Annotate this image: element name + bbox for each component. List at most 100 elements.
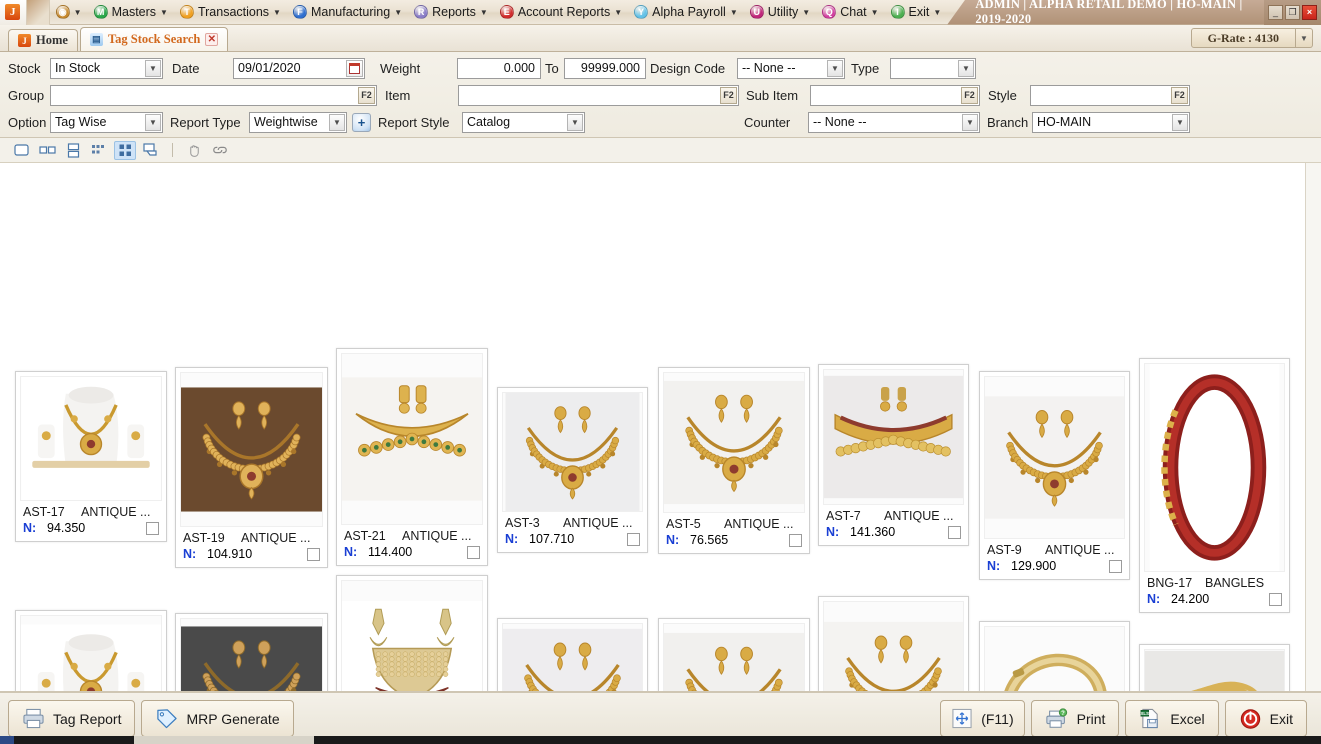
option-select[interactable]: Tag Wise ▼	[50, 111, 163, 133]
item-f2-button[interactable]: F2	[720, 86, 737, 104]
report-type-select[interactable]: Weightwise ▼	[249, 111, 347, 133]
catalog-item-card[interactable]: AST-8ANTIQUE ...N:156.480	[818, 596, 969, 691]
chevron-down-icon[interactable]: ▼	[958, 59, 974, 77]
vertical-split-view-icon[interactable]	[62, 141, 84, 160]
tab-close-icon[interactable]: ✕	[205, 33, 219, 46]
menu-item-manufacturing[interactable]: F Manufacturing ▼	[287, 0, 408, 25]
tag-report-button[interactable]: Tag Report	[8, 700, 136, 737]
item-select-checkbox[interactable]	[146, 521, 159, 535]
date-input[interactable]: 09/01/2020	[233, 57, 365, 79]
chevron-down-icon[interactable]: ▼	[730, 8, 738, 17]
menu-item-transactions[interactable]: T Transactions ▼	[174, 0, 287, 25]
catalog-item-card[interactable]: AST-20ANTIQUE ...N:109.150	[175, 613, 328, 691]
fullscreen-button[interactable]: (F11)	[940, 700, 1025, 737]
catalog-item-card[interactable]: AST-9 ANTIQUE ... N: 129.900	[979, 371, 1130, 580]
weight-from-input[interactable]: 0.000	[457, 57, 541, 79]
chevron-down-icon[interactable]: ▼	[145, 113, 161, 131]
chevron-down-icon[interactable]: ▼	[933, 8, 941, 17]
catalog-item-card[interactable]: AST-19 ANTIQUE ... N: 104.910	[175, 367, 328, 568]
style-f2-button[interactable]: F2	[1171, 86, 1188, 104]
catalog-item-card[interactable]: AST-21 ANTIQUE ... N: 114.400	[336, 348, 488, 566]
menu-item-account-reports[interactable]: E Account Reports ▼	[494, 0, 628, 25]
date-value: 09/01/2020	[238, 61, 301, 75]
item-select-checkbox[interactable]	[1269, 592, 1282, 606]
branch-select[interactable]: HO-MAIN ▼	[1032, 111, 1190, 133]
sub-item-input[interactable]: F2	[810, 84, 980, 106]
chevron-down-icon[interactable]: ▼	[480, 8, 488, 17]
group-input[interactable]: F2	[50, 84, 377, 106]
design-code-select[interactable]: -- None -- ▼	[737, 57, 845, 79]
single-page-view-icon[interactable]	[10, 141, 32, 160]
item-select-checkbox[interactable]	[307, 547, 320, 561]
catalog-item-card[interactable]: AST-5 ANTIQUE ... N: 76.565	[658, 367, 810, 554]
restore-icon[interactable]: ❐	[1285, 4, 1300, 20]
chevron-down-icon[interactable]: ▼	[802, 8, 810, 17]
chevron-down-icon[interactable]: ▼	[1296, 28, 1313, 48]
weight-to-input[interactable]: 99999.000	[564, 57, 646, 79]
counter-select[interactable]: -- None -- ▼	[808, 111, 980, 133]
chevron-down-icon[interactable]: ▼	[394, 8, 402, 17]
close-icon[interactable]: ×	[1302, 4, 1317, 20]
menu-item-chat[interactable]: Q Chat ▼	[816, 0, 884, 25]
menu-item-exit[interactable]: I Exit ▼	[885, 0, 948, 25]
item-select-checkbox[interactable]	[1109, 559, 1122, 573]
menu-item-masters[interactable]: M Masters ▼	[88, 0, 174, 25]
catalog-item-card[interactable]: AST-7 ANTIQUE ... N: 141.360	[818, 364, 969, 546]
chevron-down-icon[interactable]: ▼	[567, 113, 583, 131]
catalog-item-card[interactable]: AST-22ANTIQUE ...N:119.600	[336, 575, 488, 691]
catalog-item-card[interactable]: BNG-16BANGLESN:22.100	[979, 621, 1130, 691]
item-select-checkbox[interactable]	[467, 545, 480, 559]
chevron-down-icon[interactable]: ▼	[145, 59, 161, 77]
thumbnail-grid-view-icon[interactable]	[88, 141, 110, 160]
catalog-item-card[interactable]: AST-4ANTIQUE ...N:87.990	[497, 618, 648, 691]
mrp-generate-button[interactable]: MRP Generate	[141, 700, 294, 737]
pan-hand-icon[interactable]	[183, 141, 205, 160]
tab-home[interactable]: J Home	[8, 29, 78, 51]
chevron-down-icon[interactable]: ▼	[74, 8, 82, 17]
item-select-checkbox[interactable]	[948, 525, 961, 539]
exit-button[interactable]: Exit	[1224, 700, 1307, 737]
catalog-item-card[interactable]: AST-17 ANTIQUE ... N: 94.350	[15, 371, 167, 542]
g-rate-button[interactable]: G-Rate : 4130	[1190, 28, 1296, 48]
print-button[interactable]: ? Print	[1030, 700, 1120, 737]
catalog-item-card[interactable]: BNG-17 BANGLES N: 24.200	[1139, 358, 1290, 613]
chevron-down-icon[interactable]: ▼	[614, 8, 622, 17]
menu-item-utility[interactable]: U Utility ▼	[744, 0, 816, 25]
item-code: AST-9	[987, 543, 1022, 557]
group-f2-button[interactable]: F2	[358, 86, 375, 104]
sub-item-f2-button[interactable]: F2	[961, 86, 978, 104]
menu-item-home-orb[interactable]: ◉ ▼	[50, 0, 88, 25]
page-flow-view-icon[interactable]	[140, 141, 162, 160]
chevron-down-icon[interactable]: ▼	[827, 59, 843, 77]
link-tool-icon[interactable]	[209, 141, 231, 160]
report-style-select[interactable]: Catalog ▼	[462, 111, 585, 133]
vertical-scrollbar[interactable]	[1305, 163, 1321, 691]
calendar-icon[interactable]	[346, 59, 363, 77]
chevron-down-icon[interactable]: ▼	[160, 8, 168, 17]
type-select[interactable]: ▼	[890, 57, 976, 79]
chevron-down-icon[interactable]: ▼	[1172, 113, 1188, 131]
menu-item-reports[interactable]: R Reports ▼	[408, 0, 494, 25]
item-select-checkbox[interactable]	[627, 532, 640, 546]
style-input[interactable]: F2	[1030, 84, 1190, 106]
stock-select[interactable]: In Stock ▼	[50, 57, 163, 79]
item-input[interactable]: F2	[458, 84, 739, 106]
menu-item-alpha-payroll[interactable]: Y Alpha Payroll ▼	[628, 0, 744, 25]
two-page-view-icon[interactable]	[36, 141, 58, 160]
option-label: Option	[8, 114, 47, 130]
catalog-item-card[interactable]: AST-18ANTIQUE ...N:99.100	[15, 610, 167, 691]
item-select-checkbox[interactable]	[789, 533, 802, 547]
plus-circle-icon[interactable]: +	[352, 112, 371, 132]
excel-button[interactable]: XLS Excel	[1125, 700, 1219, 737]
catalog-item-card[interactable]: BNG-18BANGLESN:29.900	[1139, 644, 1290, 691]
chevron-down-icon[interactable]: ▼	[273, 8, 281, 17]
chevron-down-icon[interactable]: ▼	[962, 113, 978, 131]
g-rate-control[interactable]: G-Rate : 4130 ▼	[1190, 28, 1313, 48]
chevron-down-icon[interactable]: ▼	[871, 8, 879, 17]
minimize-icon[interactable]: _	[1268, 4, 1283, 20]
tile-grid-view-icon[interactable]	[114, 140, 136, 160]
catalog-item-card[interactable]: AST-6ANTIQUE ...N:173.000	[658, 618, 810, 691]
catalog-item-card[interactable]: AST-3 ANTIQUE ... N: 107.710	[497, 387, 648, 553]
tab-tag-stock-search[interactable]: ▤ Tag Stock Search ✕	[79, 27, 229, 51]
chevron-down-icon[interactable]: ▼	[329, 113, 345, 131]
